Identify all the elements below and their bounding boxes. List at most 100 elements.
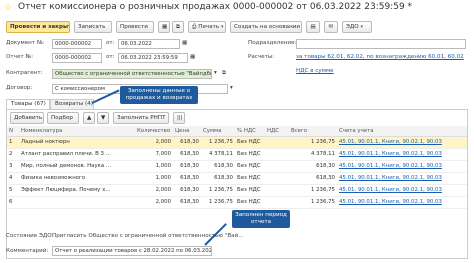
col-price[interactable]: Цена [173,126,201,137]
row-vat-rate[interactable]: Без НДС [235,148,265,161]
table-row[interactable]: 2 Атлант расправил плечи. В 3 ... 7,000 618… [7,148,467,161]
row-sum[interactable]: 618,30 [201,160,235,173]
calendar-icon[interactable]: ▦ [190,54,195,60]
comment-field[interactable]: Отчет о реализации товаров с 28.02.2022 … [52,246,212,256]
row-price[interactable]: 618,30 [173,184,201,197]
row-price[interactable]: 618,30 [173,136,201,149]
row-sum[interactable]: 1 236,75 [201,196,235,209]
chevron-down-icon[interactable]: ▾ [230,85,233,91]
envelope-icon[interactable]: ✉ [324,21,338,33]
col-qty[interactable]: Количество [135,126,173,137]
row-vat[interactable] [265,184,289,197]
row-item[interactable]: Атлант расправил плечи. В 3 ... [19,148,135,161]
row-qty[interactable]: 2,000 [135,196,173,209]
table-row[interactable]: 1 Ладный ноктюрн 2,000 618,30 1 236,75 Без НД… [7,136,467,149]
chevron-down-icon[interactable]: ▾ [214,70,217,76]
row-vat-rate[interactable]: Без НДС [235,136,265,149]
move-down-icon[interactable]: ▼ [97,112,109,124]
row-total[interactable]: 1 236,75 [289,184,337,197]
table-row[interactable]: 3 Мир, полный демонов. Наука ... 1,000 618,… [7,160,467,173]
table-row[interactable]: 4 Физика невозможного 1,000 618,30 618,30 Без… [7,172,467,185]
tab-returns[interactable]: Возвраты (4) [50,99,94,109]
col-sum[interactable]: Сумма [201,126,235,137]
report-number-field[interactable]: 0000-000002 [52,53,102,63]
row-price[interactable]: 618,30 [173,148,201,161]
col-vat[interactable]: НДС [265,126,289,137]
row-qty[interactable]: 2,000 [135,136,173,149]
row-vat[interactable] [265,160,289,173]
row-vat[interactable] [265,196,289,209]
row-accounts[interactable]: 45.01, 90.01.1, Книги, 90.02.1, 90.03 [337,160,467,173]
row-sum[interactable]: 1 236,75 [201,184,235,197]
post-and-close-button[interactable]: Провести и закрыть [6,21,70,33]
doc-date-field[interactable]: 06.03.2022 [118,39,180,49]
row-qty[interactable]: 1,000 [135,172,173,185]
row-accounts[interactable]: 45.01, 90.01.1, Книги, 90.02.1, 90.03 [337,172,467,185]
edo-button[interactable]: ЭДО ▾ [342,21,372,33]
row-sum[interactable]: 1 236,75 [201,136,235,149]
row-vat[interactable] [265,136,289,149]
row-vat[interactable] [265,148,289,161]
vat-amount-link[interactable]: НДС в сумме [296,68,334,74]
tab-goods[interactable]: Товары (67) [6,99,50,109]
col-vat-rate[interactable]: % НДС [235,126,265,137]
row-qty[interactable]: 1,000 [135,160,173,173]
subdivision-field[interactable] [296,39,466,49]
row-total[interactable]: 618,30 [289,160,337,173]
select-button[interactable]: Подбор [47,112,79,124]
barcode-icon[interactable]: ||| [173,112,185,124]
row-number[interactable]: 4 [7,172,19,185]
row-sum[interactable]: 4 378,11 [201,148,235,161]
row-vat[interactable] [265,172,289,185]
favorite-star-icon[interactable]: ☆ [4,4,13,13]
row-number[interactable]: 2 [7,148,19,161]
move-up-icon[interactable]: ▲ [83,112,95,124]
report-icon[interactable]: ▦ [158,21,170,33]
row-price[interactable]: 618,30 [173,160,201,173]
doc-number-field[interactable]: 0000-000002 [52,39,102,49]
row-sum[interactable]: 618,30 [201,172,235,185]
row-item[interactable]: Эффект Люцифера. Почему х... [19,184,135,197]
row-accounts[interactable]: 45.01, 90.01.1, Книги, 90.02.1, 90.03 [337,184,467,197]
row-price[interactable]: 618,30 [173,196,201,209]
col-item[interactable]: Номенклатура [19,126,135,137]
table-icon[interactable]: ▤ [306,21,320,33]
row-accounts[interactable]: 45.01, 90.01.1, Книги, 90.02.1, 90.03 [337,196,467,209]
row-accounts[interactable]: 45.01, 90.01.1, Книги, 90.02.1, 90.03 [337,148,467,161]
attachments-icon[interactable]: ⧉ [172,21,184,33]
row-total[interactable]: 1 236,75 [289,196,337,209]
counterparty-field[interactable]: Общество с ограниченной ответственностью… [52,69,212,79]
row-total[interactable]: 618,30 [289,172,337,185]
col-total[interactable]: Всего [289,126,337,137]
row-vat-rate[interactable]: Без НДС [235,196,265,209]
row-price[interactable]: 618,30 [173,172,201,185]
col-accounts[interactable]: Счета учета [337,126,467,137]
row-number[interactable]: 1 [7,136,19,149]
open-icon[interactable]: ⧉ [222,70,226,77]
row-item[interactable]: Физика невозможного [19,172,135,185]
col-n[interactable]: N [7,126,19,137]
table-row[interactable]: 5 Эффект Люцифера. Почему х... 2,000 618,30… [7,184,467,197]
row-total[interactable]: 4 378,11 [289,148,337,161]
print-button[interactable]: ⎙ Печать ▾ [188,21,226,33]
row-vat-rate[interactable]: Без НДС [235,184,265,197]
create-based-on-button[interactable]: Создать на основании ▾ [230,21,302,33]
row-vat-rate[interactable]: Без НДС [235,160,265,173]
row-vat-rate[interactable]: Без НДС [235,172,265,185]
calendar-icon[interactable]: ▦ [182,40,187,46]
save-button[interactable]: Записать [74,21,112,33]
row-qty[interactable]: 7,000 [135,148,173,161]
row-number[interactable]: 6 [7,196,19,209]
add-button[interactable]: Добавить [10,112,44,124]
row-qty[interactable]: 2,000 [135,184,173,197]
edo-state-value[interactable]: Пригласить Общество с ограниченной ответ… [52,233,244,239]
row-number[interactable]: 5 [7,184,19,197]
row-total[interactable]: 1 236,75 [289,136,337,149]
post-button[interactable]: Провести [116,21,154,33]
row-item[interactable] [19,196,135,209]
row-item[interactable]: Мир, полный демонов. Наука ... [19,160,135,173]
row-item[interactable]: Ладный ноктюрн [19,136,135,149]
calculations-link[interactable]: за товары 62.01, 62.02, по вознаграждени… [296,54,464,60]
row-accounts[interactable]: 45.01, 90.01.1, Книги, 90.02.1, 90.03 [337,136,467,149]
report-date-field[interactable]: 06.03.2022 23:59:59 [118,53,188,63]
